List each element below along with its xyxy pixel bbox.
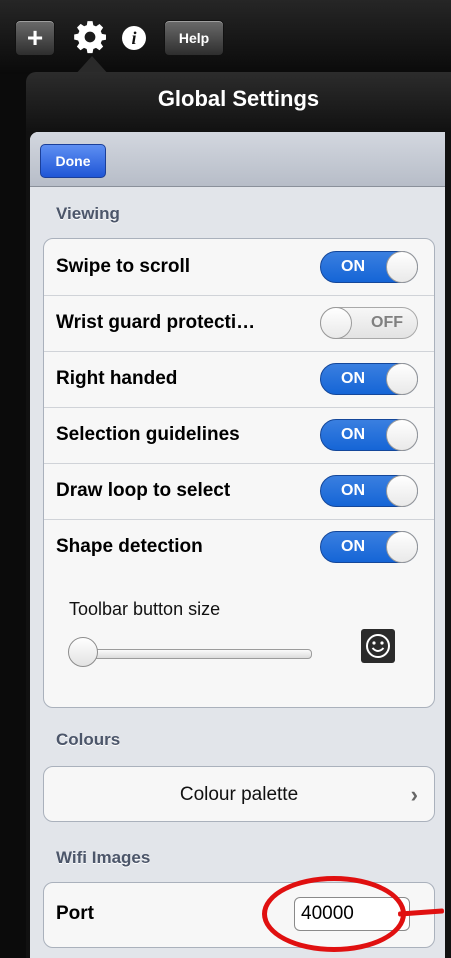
done-button[interactable]: Done: [40, 144, 106, 178]
toggle-row-selection-guidelines: Selection guidelines ON: [44, 407, 434, 464]
section-header-viewing: Viewing: [56, 204, 120, 223]
colour-palette-row[interactable]: Colour palette ›: [44, 767, 434, 821]
toggle-row-shape-detection: Shape detection ON: [44, 519, 434, 575]
section-header-wifi: Wifi Images: [56, 848, 151, 867]
info-icon[interactable]: i: [122, 26, 146, 50]
toolbar-size-slider-track[interactable]: [70, 649, 312, 659]
toolbar-size-slider-knob[interactable]: [68, 637, 98, 667]
switch-right-handed[interactable]: ON: [320, 363, 418, 395]
switch-knob: [386, 475, 418, 507]
help-button[interactable]: Help: [164, 20, 224, 56]
switch-knob: [386, 251, 418, 283]
toggle-label: Draw loop to select: [56, 480, 231, 501]
switch-state: OFF: [371, 314, 403, 331]
slider-label: Toolbar button size: [69, 599, 221, 619]
gear-icon[interactable]: [71, 18, 109, 56]
colours-group: Colour palette ›: [43, 766, 435, 822]
switch-knob: [386, 419, 418, 451]
toggle-label: Selection guidelines: [56, 424, 240, 445]
section-header-colours: Colours: [56, 730, 121, 749]
toggle-row-swipe-to-scroll: Swipe to scroll ON: [44, 239, 434, 296]
smiley-icon: [361, 629, 395, 663]
switch-state: ON: [341, 370, 365, 387]
switch-state: ON: [341, 482, 365, 499]
chevron-right-icon: ›: [410, 782, 418, 807]
viewing-group: Swipe to scroll ON Wrist guard protecti……: [43, 238, 435, 708]
toggle-label: Right handed: [56, 368, 178, 389]
switch-draw-loop[interactable]: ON: [320, 475, 418, 507]
switch-state: ON: [341, 426, 365, 443]
switch-swipe-to-scroll[interactable]: ON: [320, 251, 418, 283]
switch-knob: [386, 531, 418, 563]
popover-title: Global Settings: [157, 86, 320, 111]
toggle-label: Shape detection: [56, 536, 203, 557]
colour-palette-label: Colour palette: [179, 784, 299, 805]
toggle-label: Swipe to scroll: [56, 256, 191, 277]
settings-content: Done Viewing Swipe to scroll ON Wrist gu…: [30, 132, 445, 958]
switch-state: ON: [341, 258, 365, 275]
annotation-circle: [262, 876, 406, 952]
plus-icon: +: [26, 22, 44, 53]
toggle-row-wrist-guard: Wrist guard protecti… OFF: [44, 295, 434, 352]
toggle-row-right-handed: Right handed ON: [44, 351, 434, 408]
switch-knob: [386, 363, 418, 395]
nav-strip: Done: [30, 132, 445, 187]
toggle-label: Wrist guard protecti…: [56, 312, 256, 333]
toggle-row-draw-loop: Draw loop to select ON: [44, 463, 434, 520]
top-toolbar: + i Help: [0, 0, 451, 74]
switch-state: ON: [341, 538, 365, 555]
switch-shape-detection[interactable]: ON: [320, 531, 418, 563]
switch-knob: [320, 307, 352, 339]
switch-selection-guidelines[interactable]: ON: [320, 419, 418, 451]
port-label: Port: [56, 903, 94, 924]
add-button[interactable]: +: [15, 20, 55, 56]
switch-wrist-guard[interactable]: OFF: [320, 307, 418, 339]
